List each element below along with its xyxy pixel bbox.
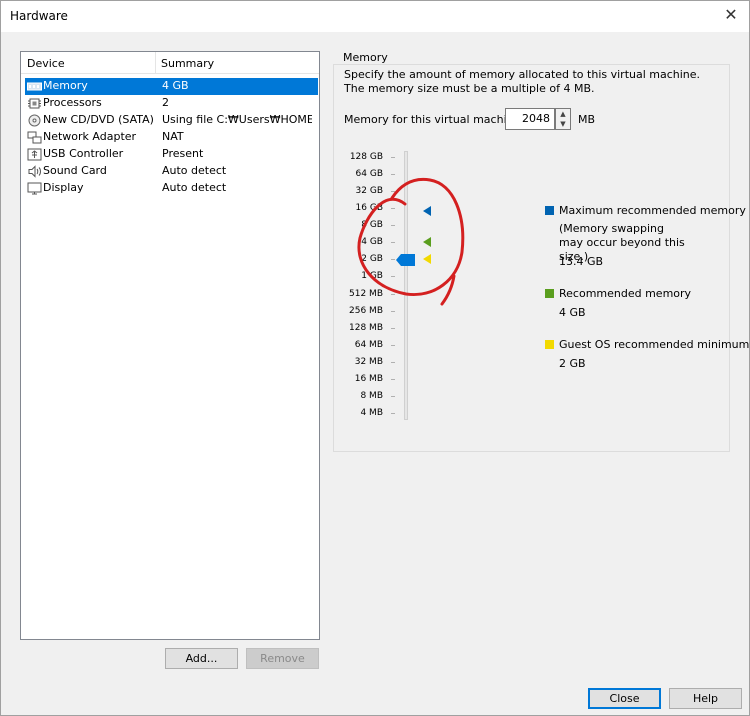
memory-icon: [27, 82, 42, 91]
scale-label: 4 MB: [360, 408, 383, 418]
network-adapter-icon: [27, 131, 42, 144]
scale-tick: [391, 157, 395, 158]
column-separator[interactable]: [155, 52, 156, 73]
scale-label: 128 GB: [349, 152, 383, 162]
device-row-usb-controller[interactable]: USB Controller Present: [25, 146, 318, 163]
device-row-display[interactable]: Display Auto detect: [25, 180, 318, 197]
scale-tick: [391, 294, 395, 295]
memory-value-input[interactable]: 2048: [505, 108, 555, 130]
recommended-legend-value: 4 GB: [559, 306, 586, 319]
max-legend-label: Maximum recommended memory: [559, 204, 746, 217]
scale-label: 512 MB: [349, 289, 383, 299]
memory-spinner[interactable]: ▲ ▼: [555, 108, 571, 130]
scale-tick: [391, 362, 395, 363]
scale-tick: [391, 259, 395, 260]
device-summary: Auto detect: [162, 164, 227, 177]
memory-description: Specify the amount of memory allocated t…: [344, 68, 701, 95]
cd-dvd-icon: [28, 114, 41, 127]
close-button[interactable]: Close: [588, 688, 661, 709]
remove-button[interactable]: Remove: [246, 648, 319, 669]
recommended-marker-icon: [423, 237, 431, 247]
max-legend-value: 13.4 GB: [559, 255, 604, 268]
device-row-cd-dvd[interactable]: New CD/DVD (SATA) Using file C:₩Users₩HO…: [25, 112, 318, 129]
guest-minimum-marker-icon: [423, 254, 431, 264]
device-summary: Auto detect: [162, 181, 227, 194]
scale-label: 64 MB: [354, 340, 383, 350]
scale-label: 8 MB: [360, 391, 383, 401]
add-button[interactable]: Add...: [165, 648, 238, 669]
window-title: Hardware: [10, 9, 68, 23]
device-list-header: Device Summary: [21, 52, 319, 74]
memory-slider-track[interactable]: [404, 151, 408, 420]
scale-label: 32 MB: [354, 357, 383, 367]
device-summary: 4 GB: [162, 79, 189, 92]
scale-tick: [391, 208, 395, 209]
scale-tick: [391, 174, 395, 175]
scale-tick: [391, 225, 395, 226]
device-name: Processors: [43, 96, 102, 109]
scale-tick: [391, 191, 395, 192]
memory-slider-thumb[interactable]: [396, 254, 415, 266]
device-list[interactable]: Device Summary Memory 4 GB Processors 2 …: [20, 51, 320, 640]
scale-tick: [391, 396, 395, 397]
scale-tick: [391, 311, 395, 312]
device-row-sound-card[interactable]: Sound Card Auto detect: [25, 163, 318, 180]
usb-icon: [27, 148, 42, 161]
scale-tick: [391, 379, 395, 380]
spin-down-icon[interactable]: ▼: [556, 119, 570, 129]
recommended-legend-label: Recommended memory: [559, 287, 692, 300]
speaker-icon: [28, 165, 41, 178]
monitor-icon: [27, 182, 42, 195]
scale-tick: [391, 345, 395, 346]
summary-column-header[interactable]: Summary: [161, 57, 214, 70]
memory-group-title: Memory: [340, 51, 391, 64]
device-summary: Present: [162, 147, 204, 160]
device-name: Memory: [43, 79, 88, 92]
scale-label: 256 MB: [349, 306, 383, 316]
scale-tick: [391, 276, 395, 277]
help-button[interactable]: Help: [669, 688, 742, 709]
scale-label: 16 MB: [354, 374, 383, 384]
scale-tick: [391, 413, 395, 414]
scale-tick: [391, 328, 395, 329]
device-row-processors[interactable]: Processors 2: [25, 95, 318, 112]
device-summary: Using file C:₩Users₩HOME...: [162, 113, 312, 126]
device-row-network-adapter[interactable]: Network Adapter NAT: [25, 129, 318, 146]
title-bar: Hardware ✕: [1, 1, 749, 32]
device-name: Sound Card: [43, 164, 107, 177]
device-column-header[interactable]: Device: [27, 57, 65, 70]
minimum-legend-value: 2 GB: [559, 357, 586, 370]
max-recommended-marker-icon: [423, 206, 431, 216]
memory-input-label: Memory for this virtual machine:: [344, 113, 525, 126]
scale-label: 128 MB: [349, 323, 383, 333]
max-legend-swatch: [545, 206, 554, 215]
close-window-icon[interactable]: ✕: [723, 7, 739, 23]
device-name: New CD/DVD (SATA): [43, 113, 154, 126]
scale-label: 16 GB: [355, 203, 383, 213]
scale-label: 1 GB: [361, 271, 383, 281]
scale-tick: [391, 242, 395, 243]
device-name: USB Controller: [43, 147, 124, 160]
device-row-memory[interactable]: Memory 4 GB: [25, 78, 318, 95]
device-summary: 2: [162, 96, 169, 109]
device-name: Network Adapter: [43, 130, 137, 143]
scale-label: 8 GB: [361, 220, 383, 230]
memory-unit-label: MB: [578, 113, 596, 126]
minimum-legend-label: Guest OS recommended minimum: [559, 338, 750, 351]
scale-label: 32 GB: [355, 186, 383, 196]
minimum-legend-swatch: [545, 340, 554, 349]
recommended-legend-swatch: [545, 289, 554, 298]
device-name: Display: [43, 181, 84, 194]
scale-label: 64 GB: [355, 169, 383, 179]
processor-icon: [28, 98, 41, 109]
spin-up-icon[interactable]: ▲: [556, 109, 570, 119]
scale-label: 2 GB: [361, 254, 383, 264]
device-summary: NAT: [162, 130, 184, 143]
scale-label: 4 GB: [361, 237, 383, 247]
